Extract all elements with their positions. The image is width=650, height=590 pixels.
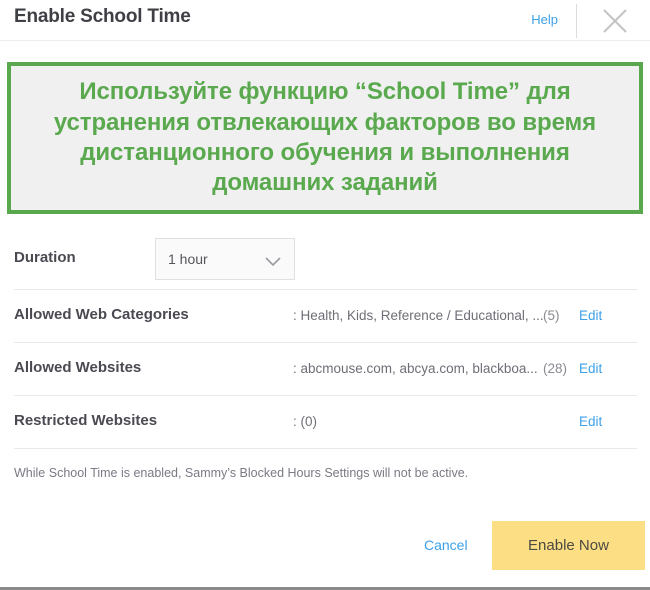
row-separator xyxy=(14,289,637,290)
row-value: : Health, Kids, Reference / Educational,… xyxy=(293,308,544,323)
page-title: Enable School Time xyxy=(14,6,191,27)
edit-link-restricted-websites[interactable]: Edit xyxy=(579,414,602,429)
close-x-icon xyxy=(592,2,638,40)
edit-link-allowed-websites[interactable]: Edit xyxy=(579,361,602,376)
info-note: While School Time is enabled, Sammy’s Bl… xyxy=(14,466,469,480)
row-label: Allowed Websites xyxy=(14,359,142,376)
table-row: Allowed Websites : abcmouse.com, abcya.c… xyxy=(0,344,650,396)
enable-school-time-dialog: Enable School Time Help Используйте функ… xyxy=(0,0,650,590)
header-divider xyxy=(576,4,577,38)
cancel-button[interactable]: Cancel xyxy=(424,537,468,553)
duration-label: Duration xyxy=(14,249,76,266)
row-count: (28) xyxy=(543,361,568,376)
close-button[interactable] xyxy=(592,2,638,40)
table-row: Allowed Web Categories : Health, Kids, R… xyxy=(0,291,650,343)
enable-now-button[interactable]: Enable Now xyxy=(492,521,645,570)
row-count: (5) xyxy=(543,308,560,323)
row-value: : abcmouse.com, abcya.com, blackboa... xyxy=(293,361,538,376)
row-separator xyxy=(14,395,637,396)
chevron-down-icon xyxy=(265,254,281,272)
row-label: Restricted Websites xyxy=(14,412,158,429)
row-label: Allowed Web Categories xyxy=(14,306,189,323)
promo-banner: Используйте функцию “School Time” для ус… xyxy=(7,62,643,214)
duration-selected-value: 1 hour xyxy=(168,251,208,267)
dialog-titlebar: Enable School Time Help xyxy=(0,0,650,41)
table-row: Restricted Websites : (0) Edit xyxy=(0,397,650,449)
row-separator xyxy=(14,342,637,343)
edit-link-allowed-web-categories[interactable]: Edit xyxy=(579,308,602,323)
duration-row: Duration 1 hour xyxy=(0,238,650,284)
row-value: : (0) xyxy=(293,414,318,429)
duration-select[interactable]: 1 hour xyxy=(155,238,295,280)
help-link[interactable]: Help xyxy=(531,12,558,27)
row-separator xyxy=(14,448,637,449)
promo-banner-text: Используйте функцию “School Time” для ус… xyxy=(53,78,597,197)
